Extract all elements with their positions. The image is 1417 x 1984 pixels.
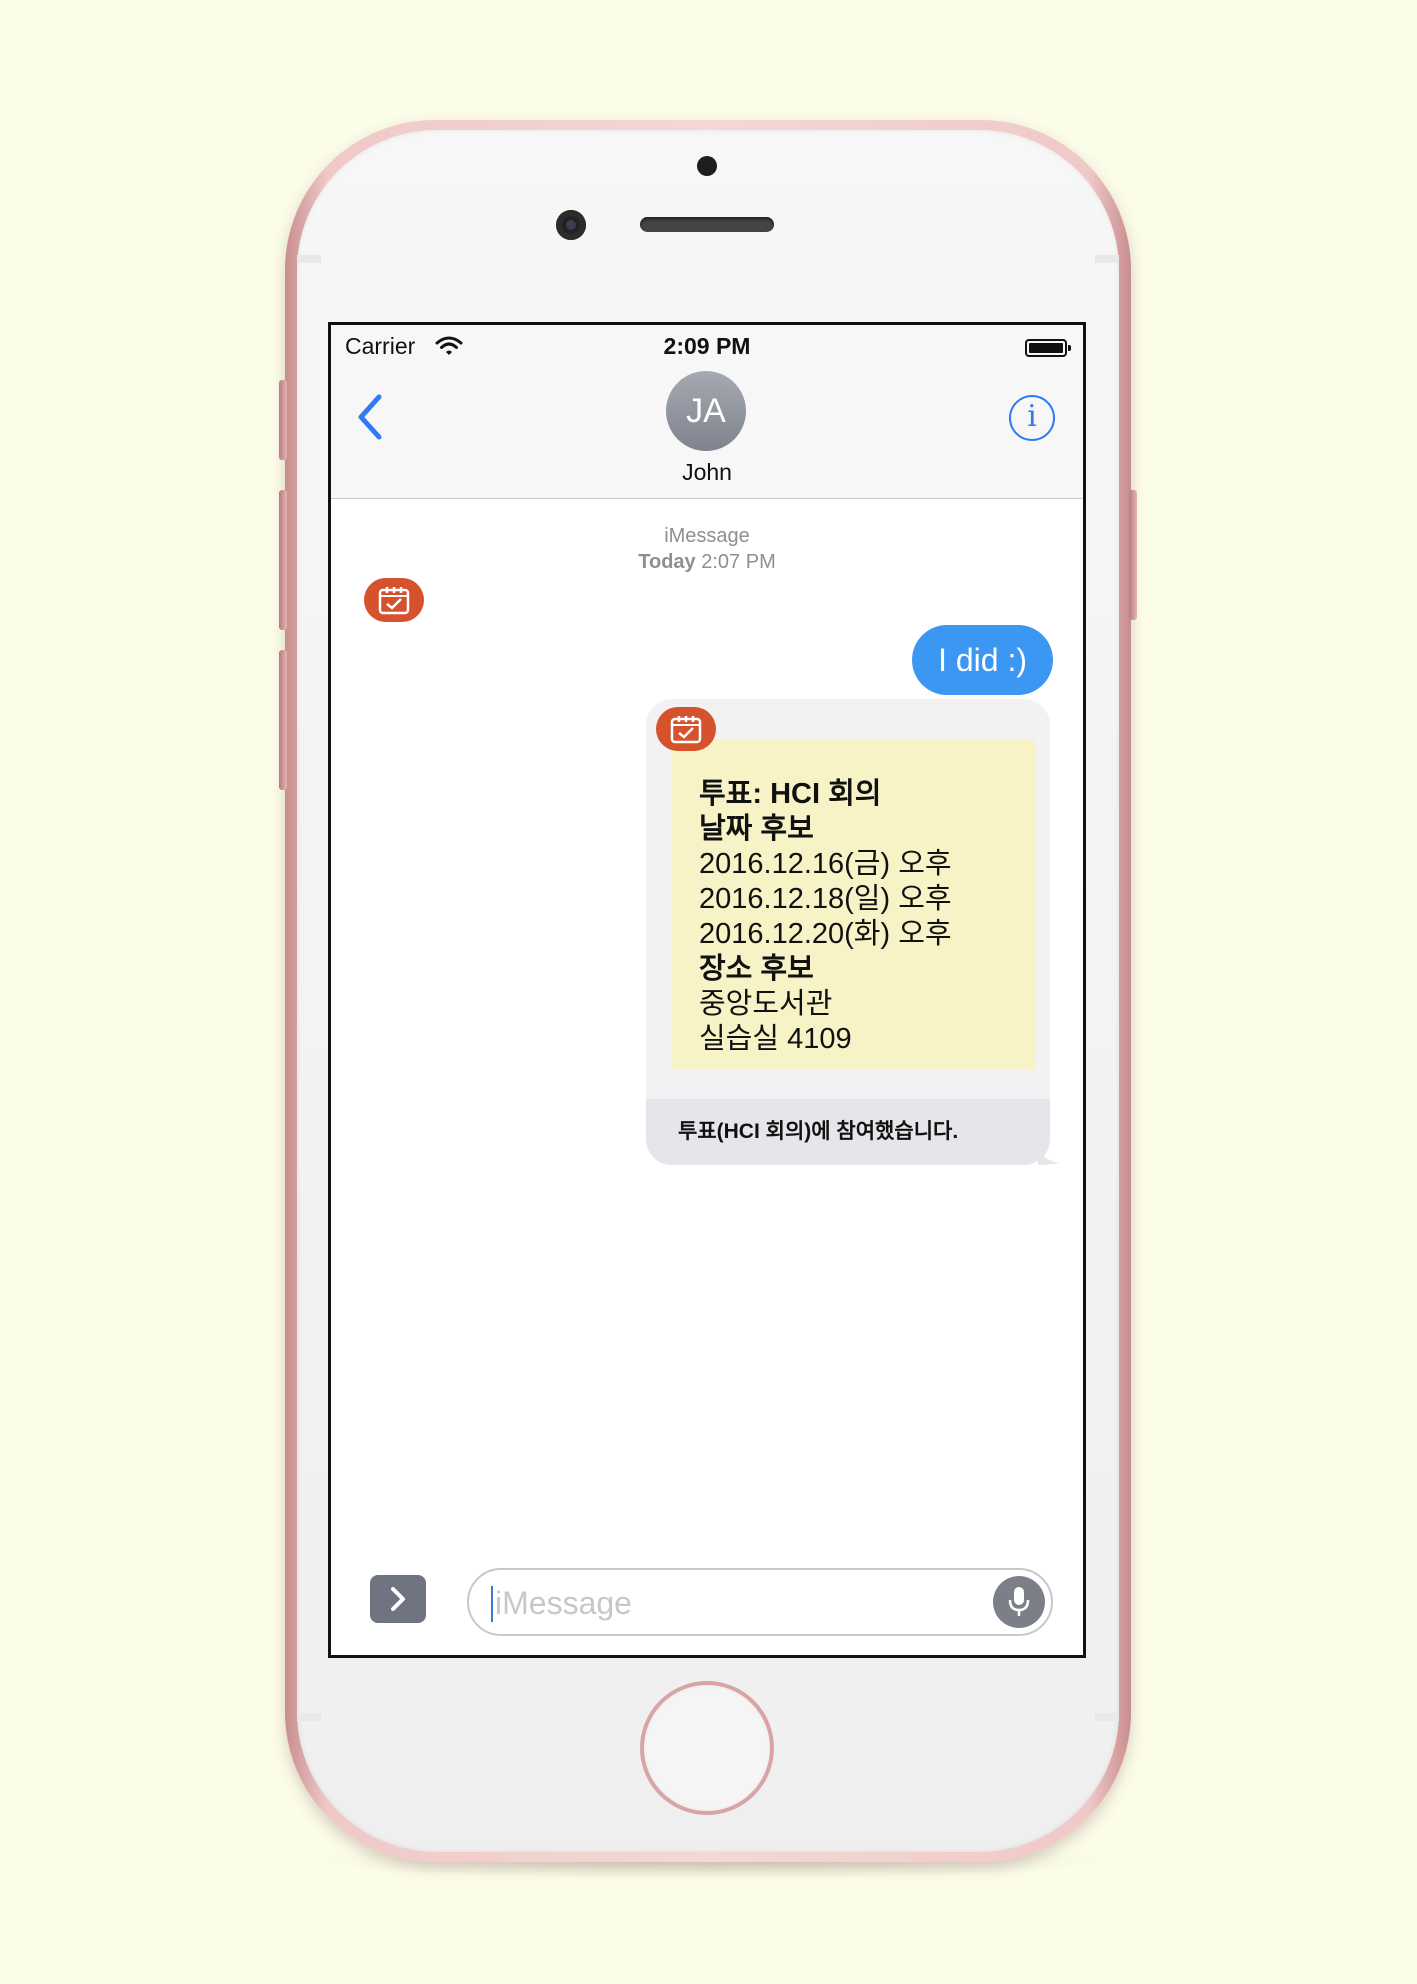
bubble-tail bbox=[1038, 1145, 1060, 1165]
expand-apps-button[interactable] bbox=[370, 1575, 426, 1623]
proximity-sensor bbox=[697, 156, 717, 176]
messages-screen: Carrier 2:09 PM JA John i iMessage Today… bbox=[328, 322, 1086, 1658]
status-time: 2:09 PM bbox=[663, 333, 751, 359]
earpiece-speaker bbox=[640, 217, 774, 232]
antenna-line bbox=[1095, 255, 1119, 263]
poll-card[interactable]: 투표: HCI 회의 날짜 후보 2016.12.16(금) 오후 2016.1… bbox=[671, 739, 1036, 1069]
battery-icon bbox=[1025, 339, 1071, 357]
antenna-line bbox=[297, 255, 321, 263]
poll-date-option: 2016.12.18(일) 오후 bbox=[699, 883, 952, 915]
poll-date-option: 2016.12.20(화) 오후 bbox=[699, 918, 952, 950]
contact-name[interactable]: John bbox=[331, 459, 1083, 486]
thread-day: Today bbox=[638, 551, 696, 573]
chevron-left-icon[interactable] bbox=[351, 389, 391, 445]
message-placeholder: iMessage bbox=[495, 1585, 632, 1621]
compose-bar: iMessage bbox=[331, 1565, 1083, 1655]
status-bar: Carrier 2:09 PM bbox=[331, 325, 1083, 367]
info-icon[interactable]: i bbox=[1009, 395, 1055, 441]
volume-down-button bbox=[279, 650, 287, 790]
text-caret bbox=[491, 1586, 493, 1622]
mute-switch bbox=[279, 380, 287, 460]
poll-place-option: 중앙도서관 bbox=[699, 988, 833, 1020]
calendar-check-icon bbox=[670, 716, 702, 744]
contact-avatar[interactable]: JA bbox=[666, 371, 746, 451]
thread-service-label: iMessage bbox=[664, 525, 750, 547]
antenna-line bbox=[297, 1713, 321, 1721]
poll-app-badge bbox=[656, 707, 716, 751]
poll-place-heading: 장소 후보 bbox=[699, 953, 814, 985]
chevron-right-icon bbox=[391, 1587, 405, 1611]
conversation-header: JA John i bbox=[331, 367, 1083, 499]
front-camera bbox=[556, 210, 586, 240]
message-input[interactable]: iMessage bbox=[467, 1568, 1053, 1636]
poll-date-heading: 날짜 후보 bbox=[699, 813, 814, 845]
poll-caption: 투표(HCI 회의)에 참여했습니다. bbox=[646, 1099, 1050, 1165]
poll-place-option: 실습실 4109 bbox=[699, 1023, 852, 1055]
thread-timestamp: Today 2:07 PM bbox=[331, 551, 1083, 574]
outgoing-message-bubble[interactable]: I did :) bbox=[912, 625, 1053, 695]
home-button[interactable] bbox=[640, 1681, 774, 1815]
poll-message-bubble[interactable]: 투표: HCI 회의 날짜 후보 2016.12.16(금) 오후 2016.1… bbox=[646, 699, 1060, 1165]
power-button bbox=[1129, 490, 1137, 620]
antenna-line bbox=[1095, 1713, 1119, 1721]
microphone-icon[interactable] bbox=[993, 1576, 1045, 1628]
poll-date-option: 2016.12.16(금) 오후 bbox=[699, 848, 952, 880]
calendar-check-icon bbox=[378, 587, 410, 615]
thread-time: 2:07 PM bbox=[701, 551, 776, 573]
poll-title: 투표: HCI 회의 bbox=[699, 778, 882, 810]
incoming-app-message[interactable] bbox=[364, 578, 424, 622]
volume-up-button bbox=[279, 490, 287, 630]
